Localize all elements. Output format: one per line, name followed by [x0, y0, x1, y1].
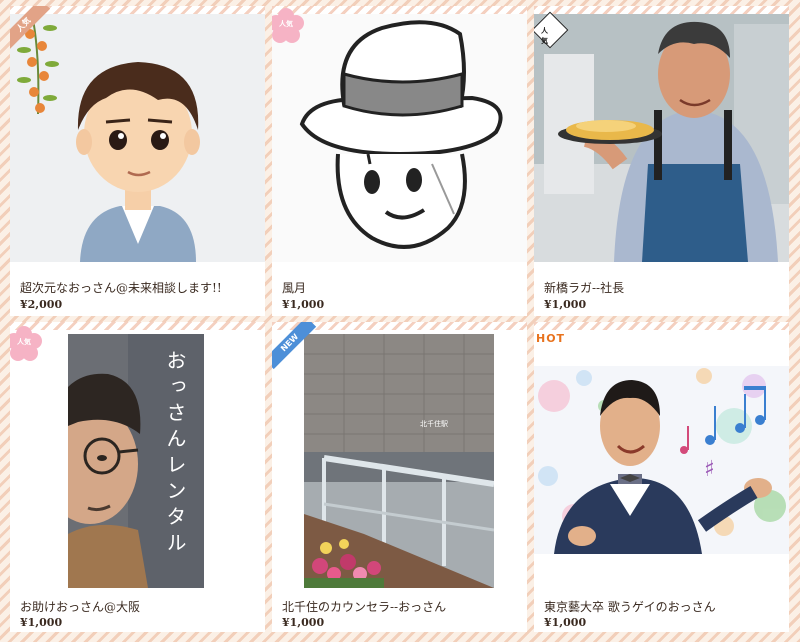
product-title[interactable]: 風月	[282, 279, 306, 296]
product-price: ¥1,000	[20, 616, 63, 629]
product-image[interactable]: 北千住駅	[304, 334, 494, 588]
product-image[interactable]	[272, 14, 527, 262]
product-price: ¥2,000	[20, 298, 63, 311]
product-title[interactable]: お助けおっさん@大阪	[20, 598, 140, 615]
product-card[interactable]: おっさんレンタル 人気 お助けおっさん@大阪 ¥1,000	[10, 322, 265, 632]
product-card[interactable]: ♯ HOT 東京藝大卒 歌うゲイのおっさん ¥1,000	[534, 322, 789, 632]
svg-text:♯: ♯	[704, 457, 715, 482]
product-price: ¥1,000	[282, 298, 325, 311]
product-image[interactable]	[10, 14, 265, 262]
product-title[interactable]: 新橋ラガ--社長	[544, 279, 624, 296]
product-image[interactable]: ♯	[534, 366, 789, 554]
product-image[interactable]: おっさんレンタル	[68, 334, 204, 588]
product-price: ¥1,000	[544, 616, 587, 629]
product-card[interactable]: 人気 超次元なおっさん@未来相談します!! ¥2,000	[10, 6, 265, 316]
product-title[interactable]: 超次元なおっさん@未来相談します!!	[20, 279, 222, 296]
image-caption: おっさんレンタル	[163, 350, 187, 558]
station-sign: 北千住駅	[420, 420, 448, 428]
product-card[interactable]: 人気 風月 ¥1,000	[272, 6, 527, 316]
product-title[interactable]: 北千住のカウンセラ--おっさん	[282, 598, 446, 615]
product-price: ¥1,000	[282, 616, 325, 629]
product-title[interactable]: 東京藝大卒 歌うゲイのおっさん	[544, 598, 716, 615]
product-price: ¥1,000	[544, 298, 587, 311]
product-card[interactable]: 北千住駅 NEW 北千住のカウンセラ--おっさん ¥1,000	[272, 322, 527, 632]
product-image[interactable]	[534, 14, 789, 262]
product-card[interactable]: 人気 新橋ラガ--社長 ¥1,000	[534, 6, 789, 316]
